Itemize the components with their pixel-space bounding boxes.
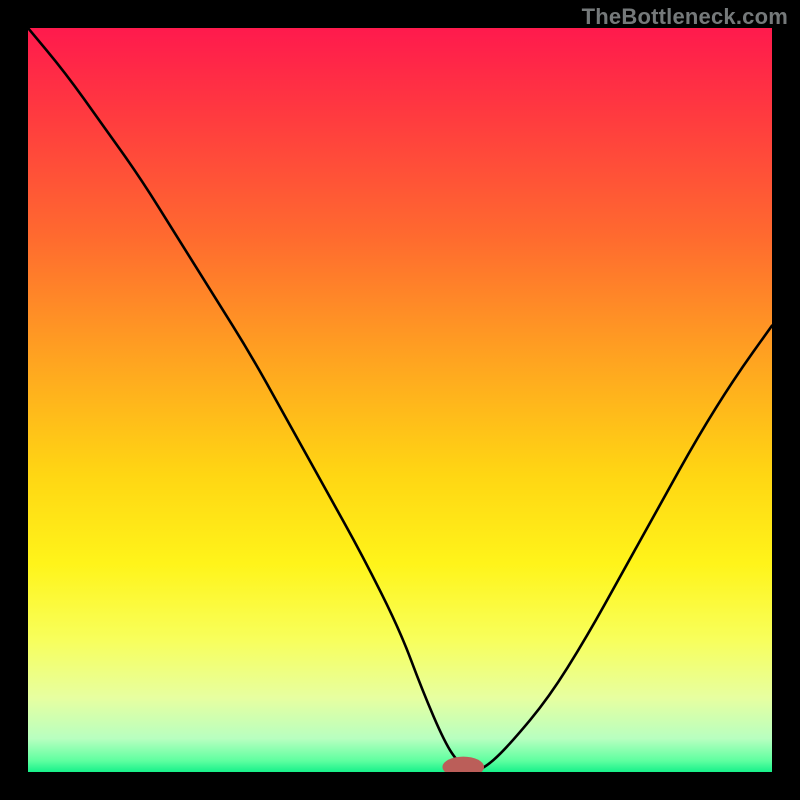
chart-frame: TheBottleneck.com — [0, 0, 800, 800]
watermark-text: TheBottleneck.com — [582, 4, 788, 30]
plot-svg — [28, 28, 772, 772]
gradient-background — [28, 28, 772, 772]
plot-area — [28, 28, 772, 772]
